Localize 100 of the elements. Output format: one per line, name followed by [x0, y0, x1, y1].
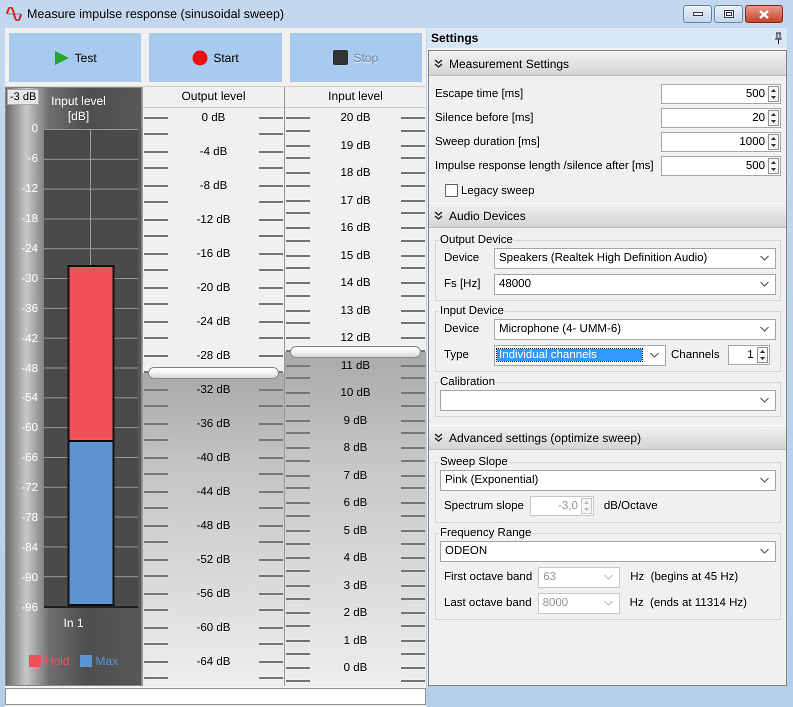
field-label: Channels	[671, 349, 720, 361]
meter-unit: [dB]	[68, 108, 90, 124]
group-title: Output Device	[439, 234, 514, 246]
chevron-down-icon	[604, 574, 614, 580]
scale-label: 18 dB	[340, 167, 371, 180]
dropdown[interactable]: Pink (Exponential)	[440, 470, 776, 490]
spin-buttons-icon	[580, 498, 592, 514]
dropdown[interactable]: 48000	[494, 274, 776, 294]
legend-label: Max	[96, 654, 118, 668]
scale-label: -8 dB	[200, 180, 228, 192]
scale-label: -32 dB	[196, 384, 230, 396]
scale-label: -36 dB	[196, 418, 230, 430]
scale-label: -28 dB	[196, 350, 230, 362]
scale-label: 14 dB	[340, 277, 371, 290]
number-field[interactable]: 500	[661, 156, 781, 176]
field-label: Silence before [ms]	[435, 112, 534, 124]
scale-label: -12 dB	[196, 214, 230, 226]
section-header[interactable]: Advanced settings (optimize sweep)	[429, 425, 786, 450]
close-button[interactable]	[745, 5, 783, 23]
field-label: Fs [Hz]	[444, 278, 482, 290]
scale-label: -48 dB	[196, 520, 230, 532]
scale-label: 16 dB	[340, 222, 371, 234]
scale-label: 3 dB	[344, 580, 368, 592]
group-title: Calibration	[439, 376, 496, 388]
field-label: Impulse response length /silence after [ms]	[435, 160, 655, 172]
dropdown[interactable]: Speakers (Realtek High Definition Audio)	[494, 248, 776, 268]
dropdown[interactable]: ODEON	[440, 540, 776, 562]
field-label: Type	[444, 349, 470, 361]
scale-label: 2 dB	[344, 607, 368, 620]
scale-label: -60 dB	[196, 622, 230, 634]
group-title: Sweep Slope	[439, 456, 509, 468]
scale-label: 1 dB	[344, 634, 368, 647]
minimize-icon	[692, 12, 702, 16]
scale-label: -16 dB	[196, 248, 230, 260]
section-header[interactable]: Measurement Settings	[429, 51, 786, 76]
window-title: Measure impulse response (sinusoidal sweep)	[27, 7, 284, 21]
chevron-down-icon	[760, 548, 769, 554]
play-icon	[54, 50, 70, 66]
scale-label: 19 dB	[340, 140, 371, 152]
scale-label: 15 dB	[340, 250, 371, 262]
scale-label: -66	[21, 451, 39, 466]
record-icon	[192, 50, 208, 66]
scale-label: 0 dB	[202, 112, 226, 124]
scale-label: -90	[21, 571, 39, 586]
chevron-down-icon	[760, 326, 769, 332]
scale-label: -56 dB	[196, 588, 230, 600]
scale-label: -78	[21, 511, 39, 526]
channel-label: In 1	[62, 616, 84, 630]
chevron-down-icon	[760, 281, 769, 287]
offset-tag: -3 dB	[7, 89, 40, 105]
number-field[interactable]: 1	[728, 345, 770, 365]
play-button[interactable]: Test	[9, 33, 142, 82]
scale-label: 0	[32, 122, 39, 136]
spin-buttons-icon	[768, 110, 779, 126]
spin-buttons-icon	[768, 158, 779, 174]
slider-thumb[interactable]	[290, 346, 421, 358]
chevron-down-icon	[650, 352, 659, 358]
scale-label: -84	[21, 541, 39, 556]
field-label: Sweep duration [ms]	[435, 136, 541, 148]
minimize-button[interactable]	[683, 5, 712, 23]
field-label: First octave band	[444, 571, 532, 583]
spin-buttons-icon	[768, 134, 779, 150]
chevron-down-icon	[760, 255, 769, 261]
maximize-icon	[724, 10, 734, 18]
close-icon	[759, 10, 769, 18]
stop-icon	[333, 50, 348, 65]
dropdown[interactable]: Microphone (4- UMM-6)	[494, 318, 776, 340]
number-field[interactable]: 20	[661, 108, 781, 128]
scale-label: -30	[21, 272, 39, 286]
field-label: Device	[444, 252, 480, 264]
slider-thumb[interactable]	[148, 367, 279, 380]
scale-label: -54	[21, 391, 39, 406]
checkbox-label[interactable]: Legacy sweep	[461, 184, 535, 196]
chevron-down-icon	[760, 477, 769, 483]
chevron-down-icon	[760, 397, 769, 403]
scale-label: 12 dB	[340, 332, 371, 344]
pin-icon[interactable]	[774, 32, 783, 44]
section-header[interactable]: Audio Devices	[429, 203, 786, 228]
scale-label: 10 dB	[340, 387, 371, 400]
scale-label: -48	[21, 362, 39, 376]
group-title: Frequency Range	[439, 527, 532, 539]
number-field[interactable]: 1000	[661, 132, 781, 152]
scale-label: -6	[28, 152, 39, 166]
scale-label: -60	[21, 421, 39, 436]
scale-label: -72	[21, 481, 39, 496]
scale-label: 9 dB	[344, 414, 368, 427]
checkbox[interactable]	[445, 184, 458, 197]
record-button[interactable]: Start	[149, 33, 282, 82]
unit-label: dB/Octave	[604, 500, 658, 512]
scale-label: -20 dB	[196, 282, 230, 294]
scale-label: -36	[21, 302, 39, 316]
scale-label: -24	[21, 242, 39, 256]
maximize-button[interactable]	[714, 5, 743, 23]
scale-label: -18	[21, 212, 39, 226]
field-label: Last octave band	[444, 597, 532, 609]
scale-label: 5 dB	[344, 524, 368, 537]
scale-label: -4 dB	[200, 146, 228, 158]
scale-label: 17 dB	[340, 194, 371, 207]
unit-label: Hz (ends at 11314 Hz)	[630, 597, 747, 609]
number-field[interactable]: 500	[661, 84, 781, 104]
